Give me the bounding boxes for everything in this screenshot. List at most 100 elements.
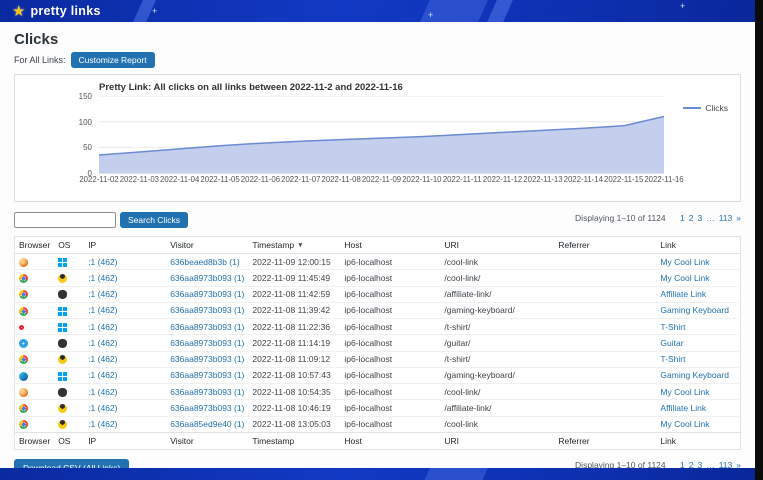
uri-cell: /guitar/	[440, 335, 554, 351]
pretty-link-link[interactable]: Affiliate Link	[660, 289, 706, 299]
visitor-link[interactable]: 636aa8973b093 (1)	[170, 403, 244, 413]
chart-y-axis: 050100150	[19, 96, 99, 174]
column-header-link[interactable]: Link	[656, 237, 740, 254]
search-input[interactable]	[14, 212, 116, 228]
pretty-link-link[interactable]: Gaming Keyboard	[660, 370, 729, 380]
visitor-link[interactable]: 636aa8973b093 (1)	[170, 370, 244, 380]
timestamp-cell: 2022-11-08 10:57:43	[248, 367, 340, 383]
pretty-link-link[interactable]: My Cool Link	[660, 257, 709, 267]
windows-os-icon	[58, 323, 67, 332]
pretty-link-link[interactable]: Gaming Keyboard	[660, 305, 729, 315]
column-header-label: Link	[660, 436, 676, 446]
visitor-link[interactable]: 636aa8973b093 (1)	[170, 354, 244, 364]
y-axis-label: 100	[79, 118, 92, 127]
ip-link[interactable]: :1 (462)	[88, 354, 117, 364]
pretty-link-link[interactable]: Affiliate Link	[660, 403, 706, 413]
visitor-cell: 636aa8973b093 (1)	[166, 319, 248, 335]
ip-link[interactable]: :1 (462)	[88, 273, 117, 283]
y-axis-label: 50	[83, 143, 92, 152]
ip-link[interactable]: :1 (462)	[88, 419, 117, 429]
ip-link[interactable]: :1 (462)	[88, 370, 117, 380]
column-header-browser[interactable]: Browser	[15, 432, 55, 449]
browser-cell	[15, 335, 55, 351]
page-link-3[interactable]: 3	[697, 213, 702, 223]
visitor-cell: 636aa8973b093 (1)	[166, 384, 248, 400]
search-clicks-button[interactable]: Search Clicks	[120, 212, 188, 228]
chrome-browser-icon	[19, 420, 28, 429]
page-link-2[interactable]: 2	[689, 213, 694, 223]
ip-link[interactable]: :1 (462)	[88, 257, 117, 267]
apple-os-icon	[58, 290, 67, 299]
pretty-link-link[interactable]: My Cool Link	[660, 387, 709, 397]
column-header-timestamp[interactable]: Timestamp▼	[248, 237, 340, 254]
column-header-host[interactable]: Host	[340, 432, 440, 449]
apple-os-icon	[58, 388, 67, 397]
x-axis-label: 2022-11-16	[644, 175, 683, 184]
column-header-browser[interactable]: Browser	[15, 237, 55, 254]
pretty-link-link[interactable]: T-Shirt	[660, 354, 685, 364]
pretty-link-link[interactable]: My Cool Link	[660, 419, 709, 429]
host-cell: ip6-localhost	[340, 302, 440, 318]
column-header-referrer[interactable]: Referrer	[554, 432, 656, 449]
column-header-os[interactable]: OS	[54, 237, 84, 254]
customize-report-button[interactable]: Customize Report	[71, 52, 155, 68]
pretty-link-link[interactable]: Guitar	[660, 338, 683, 348]
edge-browser-icon	[19, 372, 28, 381]
page-link-1[interactable]: 1	[680, 213, 685, 223]
os-cell	[54, 367, 84, 383]
ip-link[interactable]: :1 (462)	[88, 305, 117, 315]
table-row: :1 (462) 636aa8973b093 (1) 2022-11-08 11…	[15, 335, 741, 351]
visitor-cell: 636aa8973b093 (1)	[166, 302, 248, 318]
column-header-ip[interactable]: IP	[84, 237, 166, 254]
column-header-timestamp[interactable]: Timestamp	[248, 432, 340, 449]
column-header-label: Referrer	[558, 240, 589, 250]
link-cell: Guitar	[656, 335, 740, 351]
legend-label: Clicks	[705, 103, 728, 113]
column-header-uri[interactable]: URI	[440, 237, 554, 254]
visitor-link[interactable]: 636aa8973b093 (1)	[170, 322, 244, 332]
host-cell: ip6-localhost	[340, 416, 440, 432]
ip-link[interactable]: :1 (462)	[88, 322, 117, 332]
browser-cell	[15, 384, 55, 400]
visitor-cell: 636aa8973b093 (1)	[166, 367, 248, 383]
column-header-referrer[interactable]: Referrer	[554, 237, 656, 254]
ip-link[interactable]: :1 (462)	[88, 338, 117, 348]
visitor-link[interactable]: 636aa8973b093 (1)	[170, 289, 244, 299]
table-body: :1 (462) 636beaed8b3b (1) 2022-11-09 12:…	[15, 254, 741, 433]
uri-cell: /affiliate-link/	[440, 286, 554, 302]
column-header-host[interactable]: Host	[340, 237, 440, 254]
firefox-browser-icon	[19, 258, 28, 267]
footer-decoration	[418, 468, 490, 480]
visitor-link[interactable]: 636beaed8b3b (1)	[170, 257, 239, 267]
ip-link[interactable]: :1 (462)	[88, 387, 117, 397]
ip-link[interactable]: :1 (462)	[88, 289, 117, 299]
visitor-cell: 636aa85ed9e40 (1)	[166, 416, 248, 432]
windows-os-icon	[58, 372, 67, 381]
visitor-link[interactable]: 636aa8973b093 (1)	[170, 338, 244, 348]
pretty-link-link[interactable]: T-Shirt	[660, 322, 685, 332]
column-header-visitor[interactable]: Visitor	[166, 237, 248, 254]
windows-os-icon	[58, 258, 67, 267]
column-header-link[interactable]: Link	[656, 432, 740, 449]
column-header-visitor[interactable]: Visitor	[166, 432, 248, 449]
column-header-uri[interactable]: URI	[440, 432, 554, 449]
visitor-link[interactable]: 636aa85ed9e40 (1)	[170, 419, 244, 429]
column-header-ip[interactable]: IP	[84, 432, 166, 449]
next-page-link[interactable]: »	[736, 213, 741, 223]
y-axis-label: 150	[79, 92, 92, 101]
ip-link[interactable]: :1 (462)	[88, 403, 117, 413]
table-row: :1 (462) 636beaed8b3b (1) 2022-11-09 12:…	[15, 254, 741, 270]
column-header-label: IP	[88, 436, 96, 446]
safari-browser-icon	[19, 339, 28, 348]
column-header-os[interactable]: OS	[54, 432, 84, 449]
opera-browser-icon	[19, 325, 24, 330]
visitor-link[interactable]: 636aa8973b093 (1)	[170, 273, 244, 283]
pagination-top: Displaying 1–10 of 1124 123…113»	[575, 213, 741, 223]
page-link-113[interactable]: 113	[719, 213, 733, 223]
visitor-link[interactable]: 636aa8973b093 (1)	[170, 305, 244, 315]
brand-logo[interactable]: ★ pretty links	[12, 4, 101, 19]
pretty-link-link[interactable]: My Cool Link	[660, 273, 709, 283]
visitor-link[interactable]: 636aa8973b093 (1)	[170, 387, 244, 397]
header-decoration	[485, 0, 515, 22]
timestamp-cell: 2022-11-08 11:14:19	[248, 335, 340, 351]
